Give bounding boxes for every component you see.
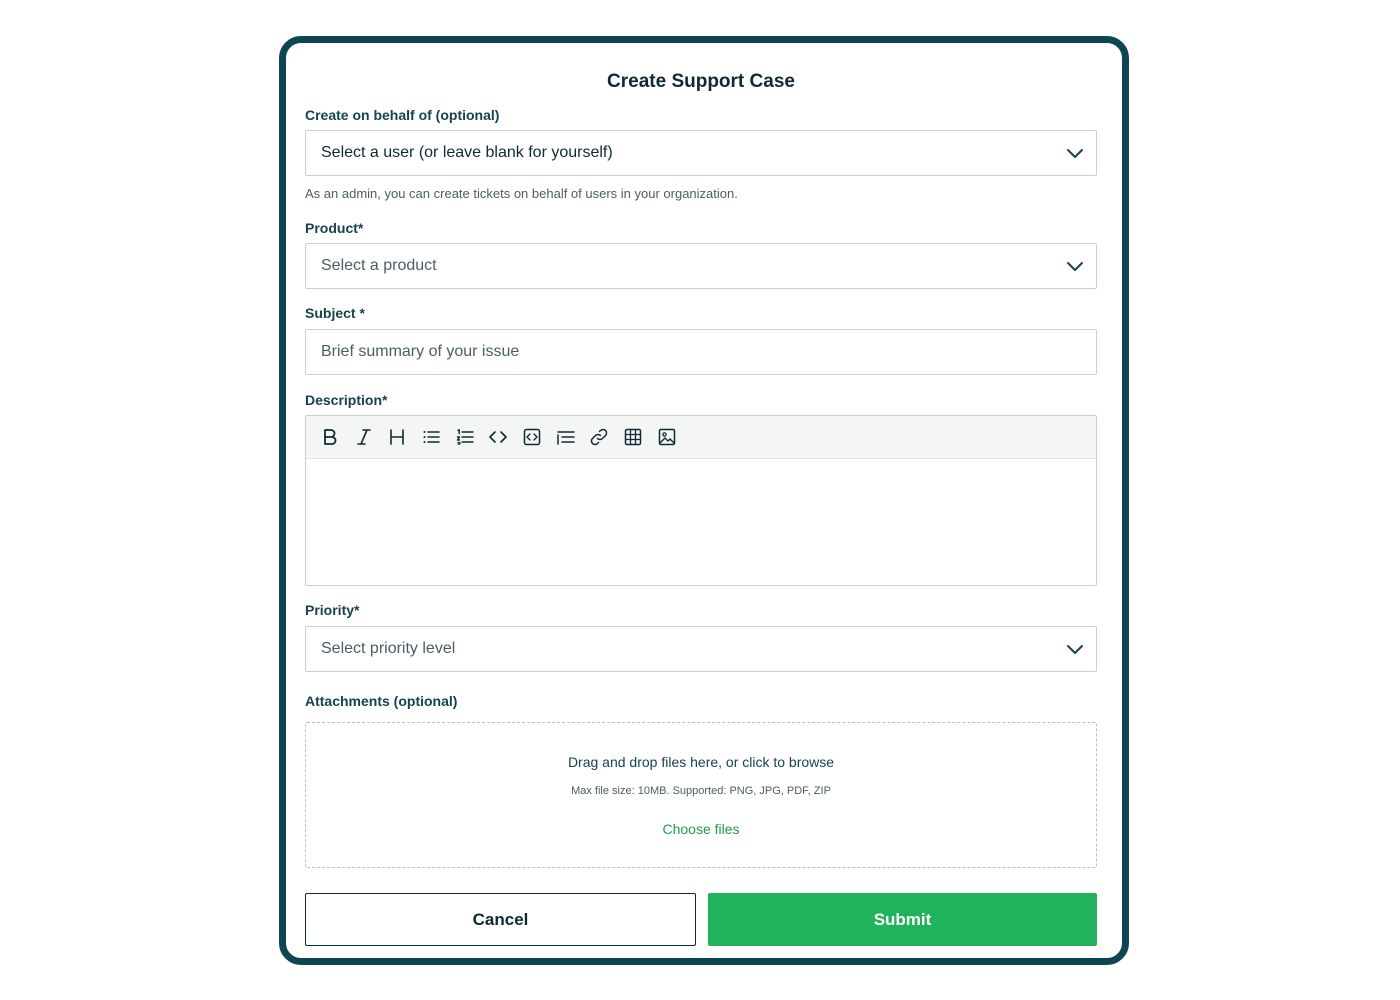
description-editor: [305, 415, 1097, 586]
attachments-label: Attachments (optional): [305, 693, 458, 709]
cancel-button[interactable]: Cancel: [305, 893, 696, 946]
product-select-value: Select a product: [321, 257, 437, 274]
behalf-label: Create on behalf of (optional): [305, 107, 500, 123]
indent-icon[interactable]: [556, 427, 576, 447]
subject-input-placeholder: Brief summary of your issue: [321, 343, 520, 360]
bullet-list-icon[interactable]: [421, 427, 441, 447]
behalf-user-select-value: Select a user (or leave blank for yourse…: [321, 144, 613, 161]
description-text-area[interactable]: [306, 459, 1096, 585]
product-select[interactable]: Select a product: [305, 243, 1097, 289]
code-block-icon[interactable]: [522, 427, 542, 447]
product-label: Product*: [305, 220, 364, 236]
bold-icon[interactable]: [320, 427, 340, 447]
submit-button[interactable]: Submit: [708, 893, 1097, 946]
dropzone-instructions: Drag and drop files here, or click to br…: [567, 754, 835, 770]
italic-icon[interactable]: [354, 427, 374, 447]
priority-select-value: Select priority level: [321, 640, 456, 657]
heading-icon[interactable]: [387, 427, 407, 447]
chevron-down-icon: [1066, 145, 1084, 161]
create-support-case-dialog: Create Support Case Create on behalf of …: [279, 36, 1129, 965]
editor-toolbar: [306, 416, 1096, 459]
priority-select[interactable]: Select priority level: [305, 626, 1097, 672]
attachments-dropzone[interactable]: Drag and drop files here, or click to br…: [305, 722, 1097, 868]
behalf-help-text: As an admin, you can create tickets on b…: [305, 186, 738, 201]
numbered-list-icon[interactable]: [455, 427, 475, 447]
priority-label: Priority*: [305, 602, 360, 618]
dialog-title: Create Support Case: [607, 71, 795, 92]
subject-label: Subject *: [305, 305, 365, 321]
link-icon[interactable]: [589, 427, 609, 447]
chevron-down-icon: [1066, 258, 1084, 274]
chevron-down-icon: [1066, 641, 1084, 657]
image-icon[interactable]: [657, 427, 677, 447]
inline-code-icon[interactable]: [488, 427, 508, 447]
dropzone-file-limits: Max file size: 10MB. Supported: PNG, JPG…: [571, 785, 831, 797]
table-icon[interactable]: [623, 427, 643, 447]
choose-files-link[interactable]: Choose files: [651, 821, 751, 837]
behalf-user-select[interactable]: Select a user (or leave blank for yourse…: [305, 130, 1097, 176]
subject-input[interactable]: Brief summary of your issue: [305, 329, 1097, 375]
description-label: Description*: [305, 392, 388, 408]
